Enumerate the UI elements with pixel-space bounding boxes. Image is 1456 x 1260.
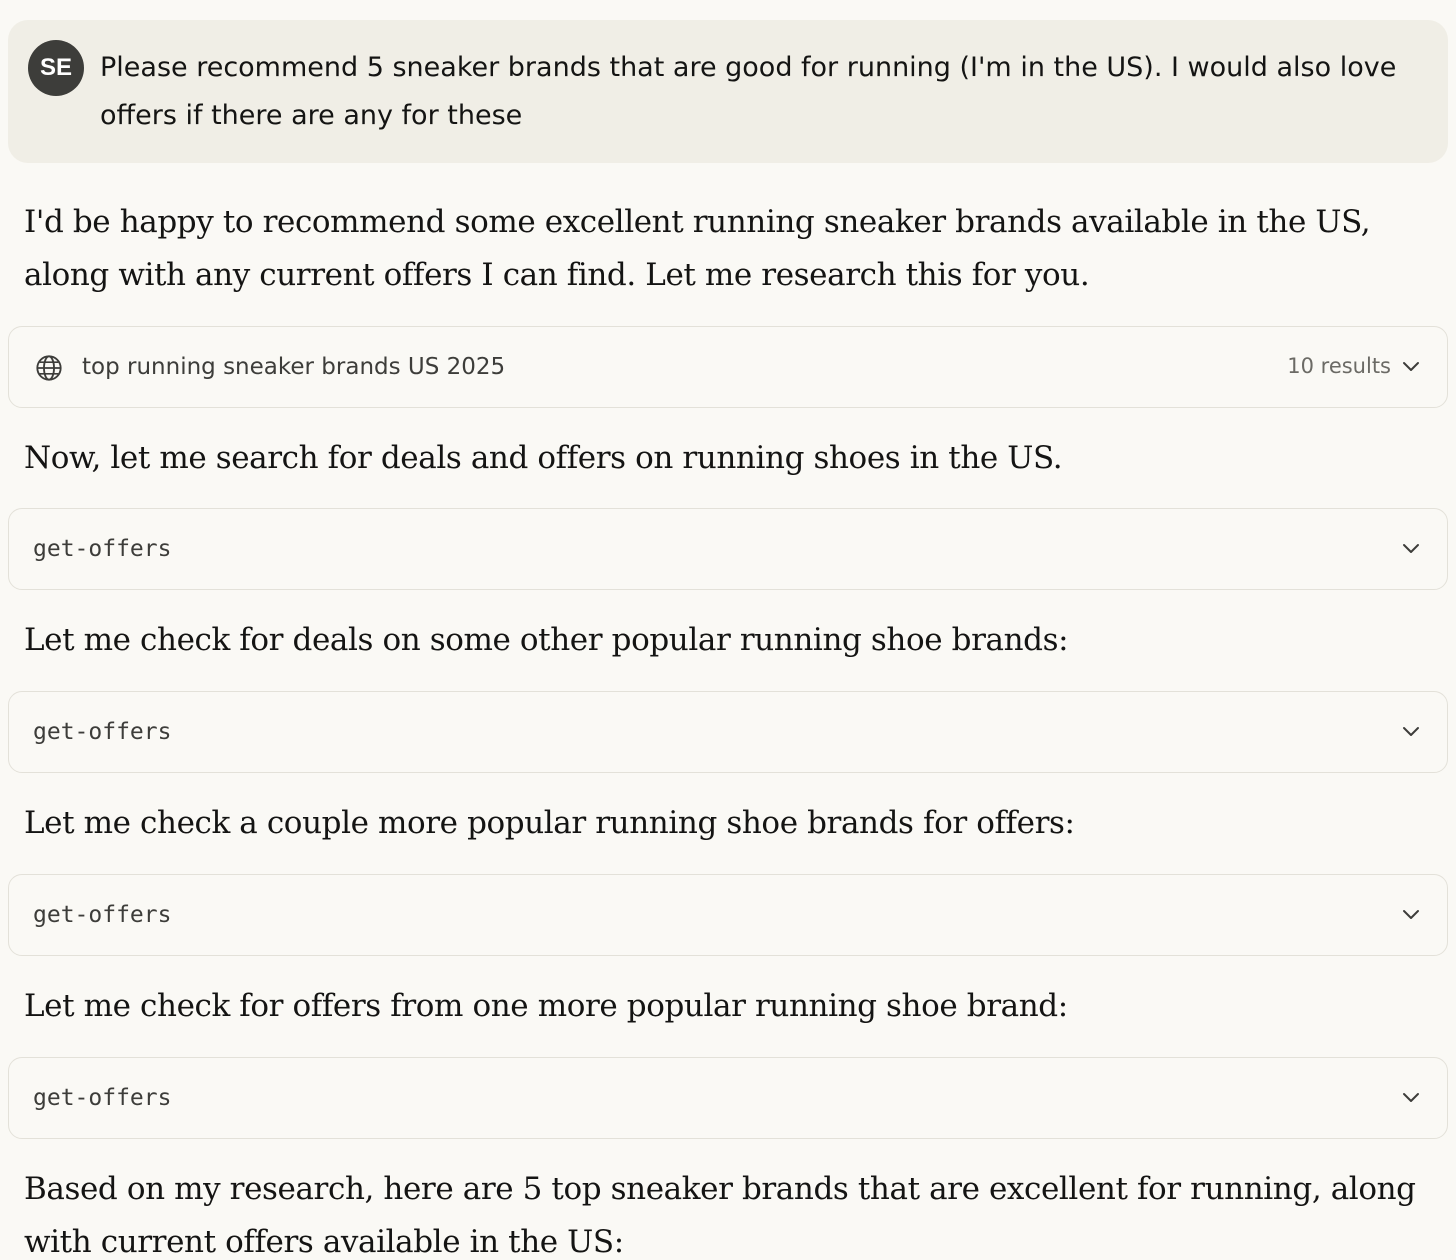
search-query: top running sneaker brands US 2025 xyxy=(82,354,506,380)
assistant-step-1-text: Now, let me search for deals and offers … xyxy=(24,440,1063,476)
tool-call-card-2[interactable]: get-offers xyxy=(8,691,1448,773)
chevron-down-icon[interactable] xyxy=(1401,907,1421,923)
user-message-text: Please recommend 5 sneaker brands that a… xyxy=(100,52,1397,131)
assistant-step-3-text: Let me check a couple more popular runni… xyxy=(24,805,1075,841)
tool-name: get-offers xyxy=(33,536,172,562)
tool-name: get-offers xyxy=(33,719,172,745)
web-search-card[interactable]: top running sneaker brands US 2025 10 re… xyxy=(8,326,1448,408)
tool-name: get-offers xyxy=(33,1085,172,1111)
assistant-intro-text: I'd be happy to recommend some excellent… xyxy=(24,204,1371,293)
chevron-down-icon[interactable] xyxy=(1401,541,1421,557)
avatar: SE xyxy=(28,40,84,96)
assistant-step-2-text: Let me check for deals on some other pop… xyxy=(24,622,1069,658)
tool-call-card-4[interactable]: get-offers xyxy=(8,1057,1448,1139)
assistant-step-4-text: Let me check for offers from one more po… xyxy=(24,988,1068,1024)
chevron-down-icon[interactable] xyxy=(1401,359,1421,375)
tool-call-card-3[interactable]: get-offers xyxy=(8,874,1448,956)
chevron-down-icon[interactable] xyxy=(1401,724,1421,740)
tool-call-card-1[interactable]: get-offers xyxy=(8,508,1448,590)
assistant-summary-text: Based on my research, here are 5 top sne… xyxy=(24,1171,1416,1260)
chevron-down-icon[interactable] xyxy=(1401,1090,1421,1106)
results-count: 10 results xyxy=(1287,354,1391,378)
globe-icon xyxy=(36,355,62,381)
tool-name: get-offers xyxy=(33,902,172,928)
user-message: SE Please recommend 5 sneaker brands tha… xyxy=(8,20,1448,163)
